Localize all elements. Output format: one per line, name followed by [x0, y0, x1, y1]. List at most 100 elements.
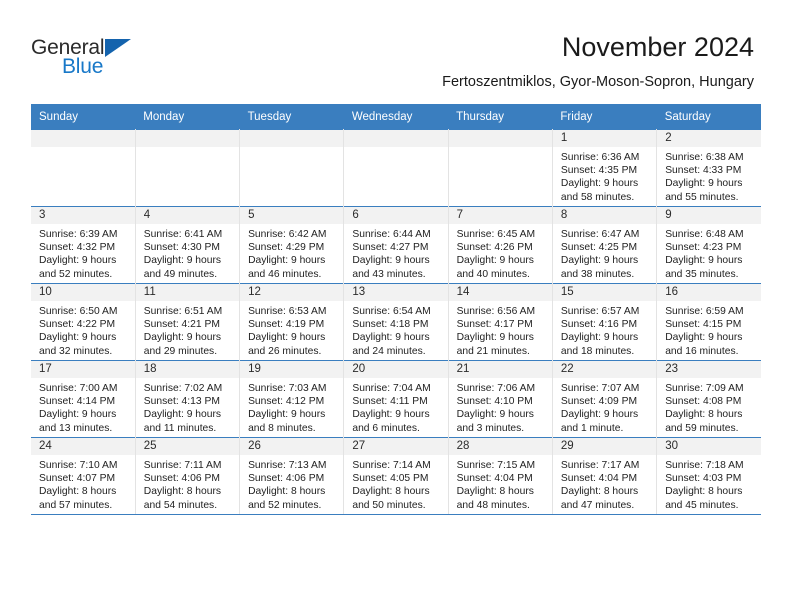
- day-detail-line: and 45 minutes.: [665, 499, 739, 511]
- generalblue-logo[interactable]: General Blue: [31, 36, 161, 84]
- calendar-week-row: 17 Sunrise: 7:00 AM Sunset: 4:14 PM Dayligh…: [31, 360, 761, 438]
- day-detail-line: Sunrise: 7:13 AM: [248, 460, 327, 471]
- day-details: Sunrise: 7:04 AM Sunset: 4:11 PM Daylight:…: [344, 378, 447, 435]
- day-detail-line: Sunrise: 6:56 AM: [456, 306, 536, 317]
- day-number: [135, 130, 240, 147]
- day-number: 30: [657, 438, 761, 455]
- day-detail-line: Sunset: 4:18 PM: [352, 319, 429, 331]
- calendar-day-cell[interactable]: 17 Sunrise: 7:00 AM Sunset: 4:14 PM Dayligh…: [31, 360, 136, 438]
- day-details: Sunrise: 7:17 AM Sunset: 4:04 PM Daylight:…: [553, 455, 656, 512]
- day-details: Sunrise: 7:14 AM Sunset: 4:05 PM Daylight:…: [344, 455, 447, 512]
- calendar-day-cell[interactable]: 30 Sunrise: 7:18 AM Sunset: 4:03 PM Dayligh…: [656, 437, 761, 515]
- calendar-day-cell[interactable]: 6 Sunrise: 6:44 AM Sunset: 4:27 PM Daylight…: [343, 206, 449, 284]
- calendar-day-cell[interactable]: 20 Sunrise: 7:04 AM Sunset: 4:11 PM Dayligh…: [343, 360, 449, 438]
- day-detail-line: and 3 minutes.: [456, 422, 525, 434]
- calendar-grid: Sunday Monday Tuesday Wednesday Thursday…: [31, 104, 761, 515]
- calendar-day-cell[interactable]: 11 Sunrise: 6:51 AM Sunset: 4:21 PM Dayligh…: [135, 283, 241, 361]
- day-detail-line: Sunset: 4:06 PM: [143, 473, 220, 485]
- day-detail-line: Sunset: 4:10 PM: [456, 396, 533, 408]
- day-detail-line: Sunrise: 6:45 AM: [456, 229, 536, 240]
- calendar-empty-cell: [239, 129, 345, 207]
- day-detail-line: Daylight: 9 hours: [560, 255, 639, 267]
- calendar-day-cell[interactable]: 24 Sunrise: 7:10 AM Sunset: 4:07 PM Dayligh…: [31, 437, 136, 515]
- day-details: [136, 147, 239, 151]
- day-details: Sunrise: 7:02 AM Sunset: 4:13 PM Daylight:…: [136, 378, 239, 435]
- calendar-day-cell[interactable]: 23 Sunrise: 7:09 AM Sunset: 4:08 PM Dayligh…: [656, 360, 761, 438]
- calendar-day-cell[interactable]: 18 Sunrise: 7:02 AM Sunset: 4:13 PM Dayligh…: [135, 360, 241, 438]
- day-details: Sunrise: 7:18 AM Sunset: 4:03 PM Daylight:…: [657, 455, 761, 512]
- day-details: Sunrise: 7:10 AM Sunset: 4:07 PM Daylight:…: [31, 455, 135, 512]
- day-details: Sunrise: 6:56 AM Sunset: 4:17 PM Daylight:…: [449, 301, 552, 358]
- day-detail-line: Daylight: 9 hours: [352, 409, 430, 421]
- calendar-day-cell[interactable]: 21 Sunrise: 7:06 AM Sunset: 4:10 PM Dayligh…: [448, 360, 553, 438]
- day-detail-line: Sunset: 4:11 PM: [352, 396, 428, 408]
- calendar-empty-cell: [135, 129, 241, 207]
- calendar-day-cell[interactable]: 2 Sunrise: 6:38 AM Sunset: 4:33 PM Daylight…: [656, 129, 761, 207]
- calendar-day-cell[interactable]: 29 Sunrise: 7:17 AM Sunset: 4:04 PM Dayligh…: [552, 437, 658, 515]
- weekday-header-saturday: Saturday: [656, 104, 761, 130]
- day-number: 10: [31, 284, 135, 301]
- day-detail-line: Daylight: 9 hours: [248, 409, 326, 421]
- calendar-day-cell[interactable]: 10 Sunrise: 6:50 AM Sunset: 4:22 PM Dayligh…: [31, 283, 136, 361]
- day-detail-line: Sunset: 4:03 PM: [665, 473, 742, 485]
- day-number: 18: [135, 361, 240, 378]
- calendar-day-cell[interactable]: 22 Sunrise: 7:07 AM Sunset: 4:09 PM Dayligh…: [552, 360, 658, 438]
- day-details: Sunrise: 6:41 AM Sunset: 4:30 PM Daylight:…: [136, 224, 239, 281]
- page-title: November 2024: [561, 32, 754, 62]
- day-details: Sunrise: 7:13 AM Sunset: 4:06 PM Daylight:…: [240, 455, 343, 512]
- day-detail-line: Sunrise: 7:07 AM: [560, 383, 640, 394]
- calendar-day-cell[interactable]: 12 Sunrise: 6:53 AM Sunset: 4:19 PM Dayligh…: [239, 283, 345, 361]
- day-details: [240, 147, 343, 151]
- calendar-day-cell[interactable]: 25 Sunrise: 7:11 AM Sunset: 4:06 PM Dayligh…: [135, 437, 241, 515]
- day-detail-line: Daylight: 8 hours: [248, 486, 326, 498]
- calendar-day-cell[interactable]: 5 Sunrise: 6:42 AM Sunset: 4:29 PM Daylight…: [239, 206, 345, 284]
- day-details: Sunrise: 7:11 AM Sunset: 4:06 PM Daylight:…: [136, 455, 239, 512]
- day-detail-line: Sunrise: 7:11 AM: [143, 460, 222, 471]
- calendar-day-cell[interactable]: 3 Sunrise: 6:39 AM Sunset: 4:32 PM Daylight…: [31, 206, 136, 284]
- day-number: 5: [240, 207, 344, 224]
- day-detail-line: Sunset: 4:19 PM: [248, 319, 325, 331]
- day-detail-line: and 47 minutes.: [560, 499, 635, 511]
- calendar-day-cell[interactable]: 8 Sunrise: 6:47 AM Sunset: 4:25 PM Daylight…: [552, 206, 658, 284]
- day-number: [344, 130, 448, 147]
- day-detail-line: Sunset: 4:26 PM: [456, 242, 533, 254]
- day-detail-line: Daylight: 8 hours: [560, 486, 639, 498]
- day-details: Sunrise: 6:59 AM Sunset: 4:15 PM Daylight:…: [657, 301, 761, 358]
- calendar-day-cell[interactable]: 4 Sunrise: 6:41 AM Sunset: 4:30 PM Daylight…: [135, 206, 241, 284]
- calendar-day-cell[interactable]: 19 Sunrise: 7:03 AM Sunset: 4:12 PM Dayligh…: [239, 360, 345, 438]
- day-detail-line: Sunrise: 6:47 AM: [560, 229, 640, 240]
- day-detail-line: Sunrise: 7:18 AM: [665, 460, 744, 471]
- calendar-day-cell[interactable]: 16 Sunrise: 6:59 AM Sunset: 4:15 PM Dayligh…: [656, 283, 761, 361]
- day-detail-line: Sunset: 4:04 PM: [560, 473, 638, 485]
- calendar-day-cell[interactable]: 15 Sunrise: 6:57 AM Sunset: 4:16 PM Dayligh…: [552, 283, 658, 361]
- calendar-day-cell[interactable]: 27 Sunrise: 7:14 AM Sunset: 4:05 PM Dayligh…: [343, 437, 449, 515]
- day-detail-line: Sunrise: 7:09 AM: [665, 383, 744, 394]
- day-detail-line: Sunrise: 6:53 AM: [248, 306, 327, 317]
- day-detail-line: Sunrise: 7:14 AM: [352, 460, 431, 471]
- day-detail-line: and 40 minutes.: [456, 268, 530, 280]
- calendar-day-cell[interactable]: 7 Sunrise: 6:45 AM Sunset: 4:26 PM Daylight…: [448, 206, 553, 284]
- calendar-day-cell[interactable]: 28 Sunrise: 7:15 AM Sunset: 4:04 PM Dayligh…: [448, 437, 553, 515]
- day-details: Sunrise: 6:54 AM Sunset: 4:18 PM Daylight:…: [344, 301, 447, 358]
- day-detail-line: and 26 minutes.: [248, 345, 322, 357]
- day-number: 14: [448, 284, 552, 301]
- day-details: Sunrise: 6:51 AM Sunset: 4:21 PM Daylight:…: [136, 301, 239, 358]
- day-detail-line: Sunrise: 7:02 AM: [143, 383, 223, 394]
- calendar-day-cell[interactable]: 1 Sunrise: 6:36 AM Sunset: 4:35 PM Daylight…: [552, 129, 658, 207]
- day-number: 23: [657, 361, 761, 378]
- weekday-header-wednesday: Wednesday: [343, 104, 449, 130]
- calendar-day-cell[interactable]: 14 Sunrise: 6:56 AM Sunset: 4:17 PM Dayligh…: [448, 283, 553, 361]
- day-detail-line: Sunrise: 7:00 AM: [39, 383, 118, 394]
- title-block: November 2024 Fertoszentmiklos, Gyor-Mos…: [442, 30, 754, 91]
- calendar-week-row: 3 Sunrise: 6:39 AM Sunset: 4:32 PM Daylight…: [31, 206, 761, 284]
- day-detail-line: Sunrise: 7:04 AM: [352, 383, 431, 394]
- day-detail-line: Daylight: 9 hours: [665, 178, 743, 190]
- calendar-day-cell[interactable]: 9 Sunrise: 6:48 AM Sunset: 4:23 PM Daylight…: [656, 206, 761, 284]
- day-detail-line: Sunrise: 6:50 AM: [39, 306, 118, 317]
- day-number: 24: [31, 438, 135, 455]
- day-detail-line: and 43 minutes.: [352, 268, 426, 280]
- calendar-day-cell[interactable]: 13 Sunrise: 6:54 AM Sunset: 4:18 PM Dayligh…: [343, 283, 449, 361]
- calendar-day-cell[interactable]: 26 Sunrise: 7:13 AM Sunset: 4:06 PM Dayligh…: [239, 437, 345, 515]
- day-detail-line: Sunset: 4:17 PM: [456, 319, 533, 331]
- day-detail-line: and 6 minutes.: [352, 422, 420, 434]
